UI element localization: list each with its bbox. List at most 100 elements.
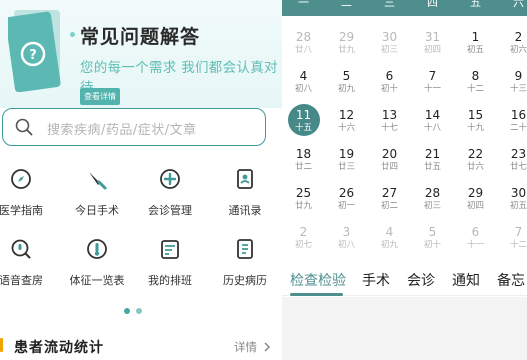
calendar-day[interactable]: 2 初七 xyxy=(282,225,325,251)
calendar-day[interactable]: 2 初六 xyxy=(497,30,527,56)
day-number: 19 xyxy=(338,147,355,161)
grid-item-my-schedule[interactable]: 我的排班 xyxy=(135,238,205,288)
lunar-date: 初三 xyxy=(423,201,441,211)
lunar-date: 十三 xyxy=(509,84,527,94)
day-number: 26 xyxy=(338,186,355,200)
calendar-day[interactable]: 3 初八 xyxy=(325,225,368,251)
day-number: 23 xyxy=(510,147,527,161)
grid-item-today-surgery[interactable]: 今日手术 xyxy=(62,168,132,218)
banner-bullet xyxy=(70,32,75,37)
lunar-date: 十六 xyxy=(337,123,355,133)
grid-item-consultation[interactable]: 会诊管理 xyxy=(135,168,205,218)
tab-exams[interactable]: 检查检验 xyxy=(290,270,346,290)
calendar-day-selected[interactable]: 11 十五 xyxy=(282,104,325,136)
day-number: 29 xyxy=(338,30,355,44)
day-number: 28 xyxy=(295,30,312,44)
calendar-day[interactable]: 25 廿九 xyxy=(282,186,325,212)
calendar-day[interactable]: 9 十三 xyxy=(497,69,527,95)
weekday-header: 一 二 三 四 五 六 xyxy=(282,0,527,16)
lunar-date: 廿五 xyxy=(423,162,441,172)
calendar-day[interactable]: 30 初五 xyxy=(497,186,527,212)
calendar-day[interactable]: 5 初十 xyxy=(411,225,454,251)
day-number: 6 xyxy=(471,225,480,239)
calendar-day[interactable]: 6 十一 xyxy=(454,225,497,251)
grid-item-vital-signs[interactable]: 体征一览表 xyxy=(62,238,132,288)
page-dot-active[interactable] xyxy=(124,308,130,314)
calendar-day[interactable]: 4 初八 xyxy=(282,69,325,95)
faq-banner[interactable]: ? 常见问题解答 您的每一个需求 我们都会认真对待 查看详情 xyxy=(0,0,282,108)
weekday-label: 二 xyxy=(341,0,352,9)
calendar-day[interactable]: 4 初九 xyxy=(368,225,411,251)
calendar-day[interactable]: 6 初十 xyxy=(368,69,411,95)
weekday-label: 六 xyxy=(513,0,524,9)
lunar-date: 初一 xyxy=(337,201,355,211)
calendar-day[interactable]: 7 十二 xyxy=(497,225,527,251)
weekday-label: 四 xyxy=(427,0,438,9)
svg-text:?: ? xyxy=(29,48,37,63)
calendar-day[interactable]: 28 初三 xyxy=(411,186,454,212)
lunar-date: 十八 xyxy=(423,123,441,133)
lunar-date: 十二 xyxy=(466,84,484,94)
lunar-date: 二十 xyxy=(509,123,527,133)
tab-consultation[interactable]: 会诊 xyxy=(407,270,435,290)
calendar-day[interactable]: 31 初四 xyxy=(411,30,454,56)
stats-details-link[interactable]: 详情 xyxy=(234,339,271,355)
calendar-day[interactable]: 7 十一 xyxy=(411,69,454,95)
grid-item-contacts[interactable]: 通讯录 xyxy=(210,168,280,218)
thermometer-icon xyxy=(87,239,107,259)
calendar-day[interactable]: 15 十九 xyxy=(454,108,497,134)
calendar-day[interactable]: 29 廿九 xyxy=(325,30,368,56)
calendar-day[interactable]: 8 十二 xyxy=(454,69,497,95)
day-number: 29 xyxy=(467,186,484,200)
grid-item-medical-guide[interactable]: 医学指南 xyxy=(0,168,56,218)
view-details-button[interactable]: 查看详情 xyxy=(80,88,120,105)
home-panel: ? 常见问题解答 您的每一个需求 我们都会认真对待 查看详情 搜索疾病/药品/症… xyxy=(0,0,282,360)
calendar-day[interactable]: 14 十八 xyxy=(411,108,454,134)
weekday-label: 三 xyxy=(384,0,395,9)
medical-cross-icon xyxy=(160,169,180,189)
day-number: 4 xyxy=(385,225,394,239)
calendar-day[interactable]: 1 初五 xyxy=(454,30,497,56)
grid-item-voice-rounds[interactable]: 语音查房 xyxy=(0,238,56,288)
day-number: 13 xyxy=(381,108,398,122)
calendar-day[interactable]: 16 二十 xyxy=(497,108,527,134)
weekday-label: 一 xyxy=(298,0,309,9)
calendar-day[interactable]: 20 廿四 xyxy=(368,147,411,173)
details-label: 详情 xyxy=(234,340,257,354)
day-number: 9 xyxy=(514,69,523,83)
lunar-date: 廿九 xyxy=(294,201,312,211)
calendar-day[interactable]: 28 廿八 xyxy=(282,30,325,56)
tab-memo[interactable]: 备忘 xyxy=(497,270,525,290)
page-dot[interactable] xyxy=(136,308,142,314)
calendar-day[interactable]: 30 初三 xyxy=(368,30,411,56)
calendar-day[interactable]: 23 廿七 xyxy=(497,147,527,173)
calendar-day[interactable]: 19 廿三 xyxy=(325,147,368,173)
day-number: 31 xyxy=(424,30,441,44)
search-input[interactable]: 搜索疾病/药品/症状/文章 xyxy=(47,119,197,138)
day-number: 27 xyxy=(381,186,398,200)
calendar-day[interactable]: 29 初四 xyxy=(454,186,497,212)
lunar-date: 十二 xyxy=(509,240,527,250)
lunar-date: 初十 xyxy=(380,84,398,94)
tab-surgery[interactable]: 手术 xyxy=(362,270,390,290)
calendar-day[interactable]: 18 廿二 xyxy=(282,147,325,173)
day-number: 7 xyxy=(514,225,523,239)
lunar-date: 初四 xyxy=(466,201,484,211)
day-number: 4 xyxy=(299,69,308,83)
calendar-day[interactable]: 22 廿六 xyxy=(454,147,497,173)
tab-notifications[interactable]: 通知 xyxy=(452,270,480,290)
calendar-day[interactable]: 12 十六 xyxy=(325,108,368,134)
calendar-day[interactable]: 13 十七 xyxy=(368,108,411,134)
search-bar[interactable]: 搜索疾病/药品/症状/文章 xyxy=(2,108,266,146)
lunar-date: 十五 xyxy=(294,123,312,133)
grid-item-label: 今日手术 xyxy=(75,204,119,217)
calendar-day[interactable]: 5 初九 xyxy=(325,69,368,95)
day-number: 20 xyxy=(381,147,398,161)
calendar-day[interactable]: 27 初二 xyxy=(368,186,411,212)
calendar-day[interactable]: 26 初一 xyxy=(325,186,368,212)
lunar-date: 初四 xyxy=(423,45,441,55)
contacts-icon xyxy=(237,169,253,189)
calendar-day[interactable]: 21 廿五 xyxy=(411,147,454,173)
grid-item-history-records[interactable]: 历史病历 xyxy=(210,238,280,288)
day-number: 22 xyxy=(467,147,484,161)
